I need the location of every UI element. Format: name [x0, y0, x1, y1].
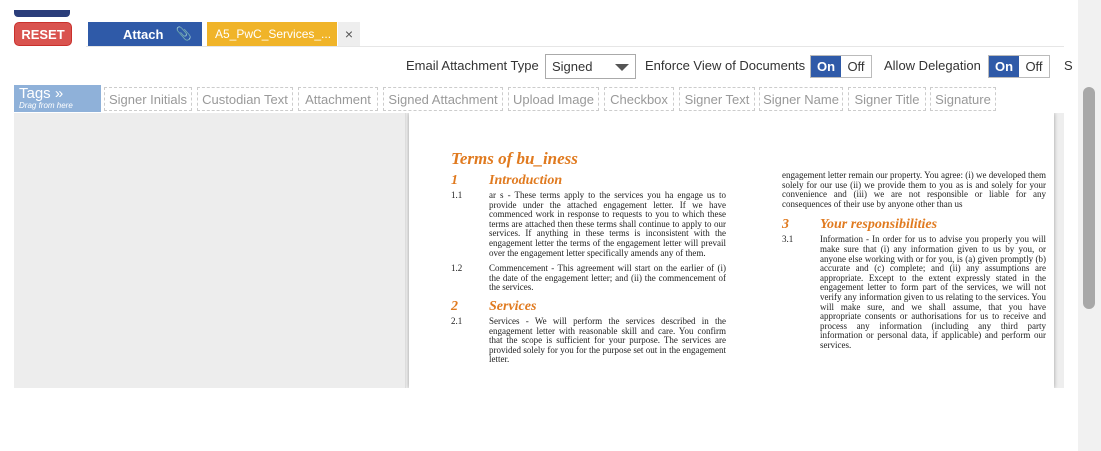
page-column-left: Terms of bu_iness 1 Introduction 1.1 ar …: [451, 149, 726, 371]
section-heading: 1 Introduction: [451, 173, 726, 189]
tag-signer-text[interactable]: Signer Text: [679, 87, 755, 111]
paragraph: 2.1 Services - We will perform the servi…: [451, 315, 726, 365]
attach-button[interactable]: Attach 📎: [88, 22, 202, 46]
chevron-down-icon: [615, 64, 629, 71]
section-number: 3: [782, 217, 789, 233]
paragraph-number: 2.1: [451, 315, 463, 326]
tag-signature[interactable]: Signature: [930, 87, 996, 111]
paragraph-text: Information - In order for us to advise …: [820, 234, 1046, 350]
section-heading: 2 Services: [451, 299, 726, 315]
section-number: 1: [451, 173, 458, 188]
paragraph: engagement letter remain our property. Y…: [782, 170, 1046, 209]
document-title: Terms of bu_iness: [451, 149, 578, 168]
page-scrollbar-thumb[interactable]: [1083, 87, 1095, 309]
allow-delegation-label: Allow Delegation: [884, 58, 981, 73]
allow-delegation-off[interactable]: Off: [1019, 56, 1049, 77]
remove-file-icon[interactable]: ×: [338, 22, 360, 46]
paperclip-icon: 📎: [175, 26, 192, 41]
drop-panel: [14, 113, 406, 388]
reset-button[interactable]: RESET: [14, 22, 72, 46]
tag-checkbox[interactable]: Checkbox: [604, 87, 674, 111]
section-title: Your responsibilities: [820, 217, 938, 233]
truncated-option-label: S: [1064, 58, 1073, 73]
email-attachment-type-select[interactable]: Signed: [545, 54, 636, 79]
section-title: Introduction: [489, 173, 563, 188]
document-viewer[interactable]: Terms of bu_iness 1 Introduction 1.1 ar …: [406, 113, 1064, 388]
paragraph-text: engagement letter remain our property. Y…: [782, 170, 1046, 209]
enforce-view-off[interactable]: Off: [841, 56, 871, 77]
paragraph: 1.1 ar s - These terms apply to the serv…: [451, 190, 726, 258]
attach-label: Attach: [123, 26, 164, 42]
allow-delegation-on[interactable]: On: [989, 56, 1019, 77]
paragraph-number: 1.1: [451, 190, 463, 200]
paragraph-number: 3.1: [782, 234, 794, 245]
top-strip: [14, 10, 70, 17]
tags-title: Tags »: [19, 85, 64, 102]
tag-signer-name[interactable]: Signer Name: [759, 87, 843, 111]
paragraph-text: ar s - These terms apply to the services…: [489, 190, 726, 258]
paragraph: 3.1 Information - In order for us to adv…: [782, 235, 1046, 350]
section-number: 2: [451, 298, 458, 314]
enforce-view-toggle: On Off: [810, 55, 872, 78]
enforce-view-label: Enforce View of Documents: [645, 58, 806, 73]
signing-editor: RESET Attach 📎 A5_PwC_Services_... × Ema…: [0, 0, 1101, 451]
tags-header: Tags » Drag from here: [14, 85, 101, 112]
paragraph-number: 1.2: [451, 263, 463, 274]
section-heading: 3 Your responsibilities: [782, 217, 1046, 233]
tags-hint: Drag from here: [19, 101, 73, 110]
email-attachment-type-label: Email Attachment Type: [406, 58, 539, 73]
tag-signer-title[interactable]: Signer Title: [848, 87, 926, 111]
paragraph-text: Commencement - This agreement will start…: [489, 263, 726, 293]
attached-file-chip[interactable]: A5_PwC_Services_...: [207, 22, 337, 46]
tag-attachment[interactable]: Attachment: [298, 87, 378, 111]
page-column-right: engagement letter remain our property. Y…: [782, 170, 1046, 359]
document-page: Terms of bu_iness 1 Introduction 1.1 ar …: [409, 113, 1054, 388]
section-title: Services: [489, 298, 537, 314]
allow-delegation-toggle: On Off: [988, 55, 1050, 78]
paragraph: 1.2 Commencement - This agreement will s…: [451, 263, 726, 293]
tag-upload-image[interactable]: Upload Image: [508, 87, 599, 111]
tag-signer-initials[interactable]: Signer Initials: [104, 87, 192, 111]
email-attachment-type-value: Signed: [552, 59, 593, 74]
tag-signed-attachment[interactable]: Signed Attachment: [383, 87, 503, 111]
tag-custodian-text[interactable]: Custodian Text: [197, 87, 293, 111]
paragraph-text: Services - We will perform the services …: [489, 315, 726, 365]
enforce-view-on[interactable]: On: [811, 56, 841, 77]
